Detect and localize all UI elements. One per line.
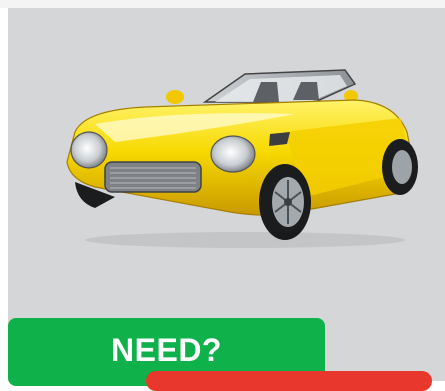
- top-strip: [0, 0, 445, 8]
- car-image: [66, 69, 418, 248]
- left-edge: [0, 8, 8, 381]
- secondary-cta-button[interactable]: [146, 371, 432, 391]
- need-button-label: NEED?: [111, 332, 222, 368]
